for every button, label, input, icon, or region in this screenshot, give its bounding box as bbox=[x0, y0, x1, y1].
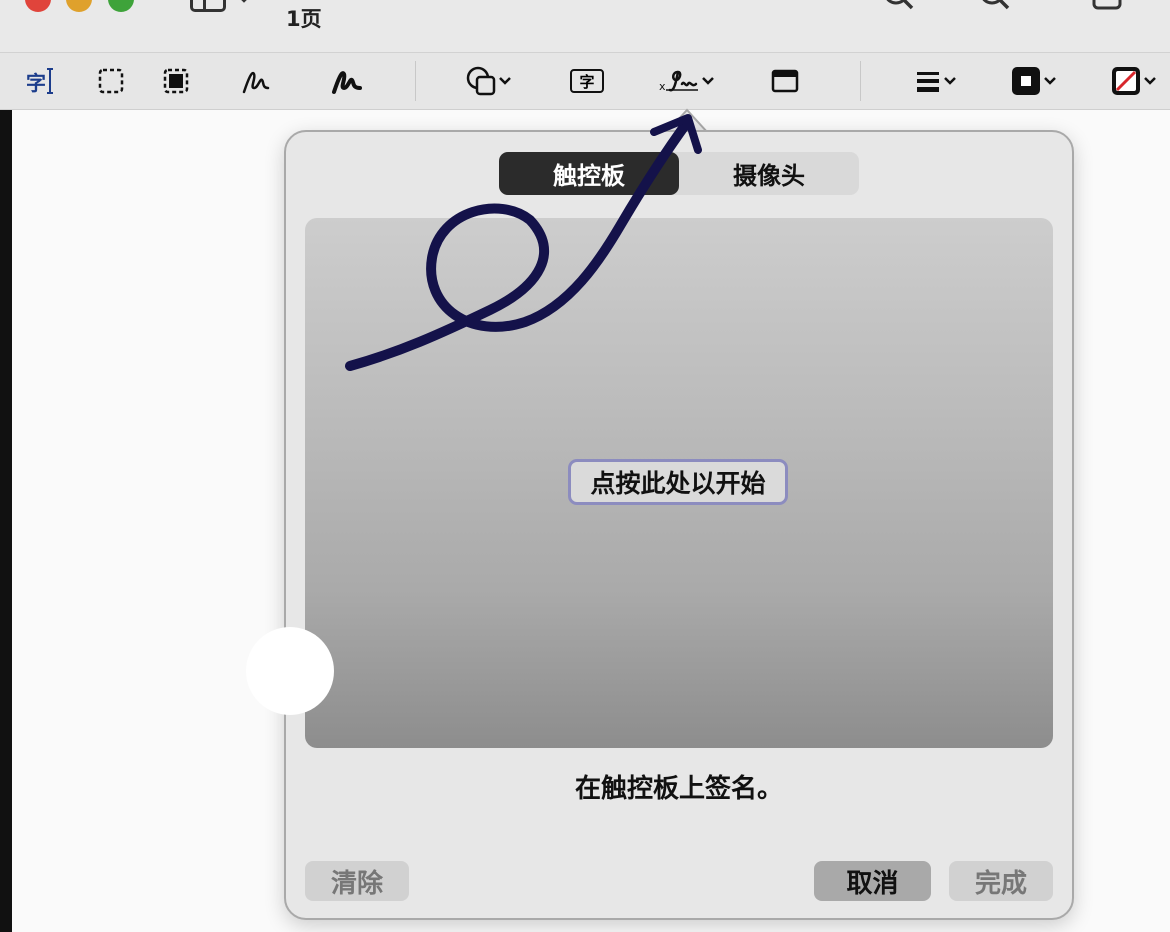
text-box-icon: 字 bbox=[570, 69, 604, 93]
sidebar-toggle-icon[interactable] bbox=[190, 0, 226, 12]
signature-hint-text: 在触控板上签名。 bbox=[574, 774, 783, 804]
draw-tool[interactable] bbox=[330, 63, 364, 99]
tab-trackpad[interactable]: 触控板 bbox=[499, 152, 679, 195]
text-selection-icon: 字 bbox=[26, 70, 46, 95]
zoom-icon[interactable] bbox=[976, 0, 1016, 14]
fill-color-icon bbox=[1112, 67, 1140, 95]
signature-source-tabs: 触控板 摄像头 bbox=[499, 152, 859, 195]
title-bar: 1页 bbox=[0, 0, 1170, 53]
clear-button[interactable]: 清除 bbox=[305, 861, 409, 901]
done-button[interactable]: 完成 bbox=[949, 861, 1053, 901]
text-selection-tool[interactable]: 字 bbox=[26, 63, 54, 99]
tab-camera[interactable]: 摄像头 bbox=[679, 152, 859, 195]
dashed-rect-icon bbox=[98, 68, 124, 94]
shapes-tool[interactable] bbox=[465, 63, 513, 99]
zoom-window-button[interactable] bbox=[108, 0, 134, 12]
page-count-label: 1页 bbox=[286, 7, 322, 31]
minimize-window-button[interactable] bbox=[66, 0, 92, 12]
shapes-icon bbox=[466, 66, 496, 96]
shape-style-tool[interactable] bbox=[914, 63, 958, 99]
signature-icon: x bbox=[659, 70, 698, 93]
border-color-tool[interactable] bbox=[1010, 63, 1058, 99]
chevron-down-icon bbox=[944, 77, 956, 85]
chevron-down-icon[interactable] bbox=[237, 0, 251, 4]
close-window-button[interactable] bbox=[25, 0, 51, 12]
border-color-icon bbox=[1012, 67, 1040, 95]
text-box-tool[interactable]: 字 bbox=[570, 63, 604, 99]
note-window-icon bbox=[771, 69, 799, 93]
rect-selection-tool[interactable] bbox=[97, 63, 125, 99]
smart-lasso-tool[interactable] bbox=[162, 63, 190, 99]
chevron-down-icon bbox=[1144, 77, 1156, 85]
sign-tool[interactable]: x bbox=[658, 63, 716, 99]
search-icon[interactable] bbox=[880, 0, 920, 14]
fill-color-tool[interactable] bbox=[1110, 63, 1158, 99]
cancel-button[interactable]: 取消 bbox=[814, 861, 931, 901]
note-tool[interactable] bbox=[770, 63, 800, 99]
chevron-down-icon bbox=[1044, 77, 1056, 85]
svg-text:x: x bbox=[659, 80, 666, 93]
line-style-icon bbox=[917, 72, 939, 92]
smart-lasso-icon bbox=[163, 68, 189, 94]
toolbar-divider bbox=[860, 61, 861, 101]
share-icon[interactable] bbox=[1090, 0, 1126, 14]
sketch-tool[interactable] bbox=[240, 63, 272, 99]
draw-icon bbox=[332, 71, 362, 94]
sketch-icon bbox=[242, 71, 270, 94]
chevron-down-icon bbox=[702, 77, 714, 85]
markup-toolbar: 字 字 x bbox=[0, 53, 1170, 110]
assistive-touch-button[interactable] bbox=[246, 627, 334, 715]
toolbar-divider bbox=[415, 61, 416, 101]
chevron-down-icon bbox=[499, 77, 511, 85]
click-to-begin-button[interactable]: 点按此处以开始 bbox=[568, 459, 788, 505]
cursor-icon bbox=[47, 68, 53, 94]
document-edge bbox=[0, 110, 12, 932]
